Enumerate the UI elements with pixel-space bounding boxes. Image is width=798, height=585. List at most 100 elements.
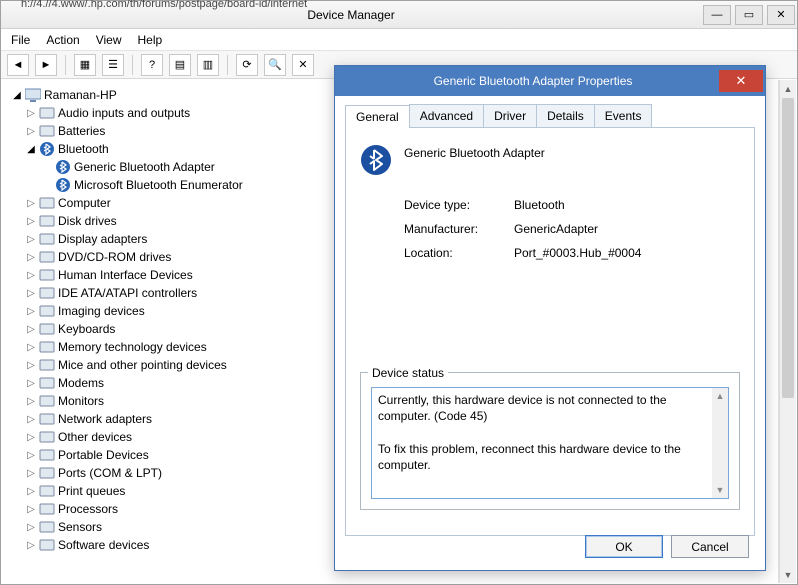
tab-events[interactable]: Events: [594, 104, 653, 127]
tree-item-label: IDE ATA/ATAPI controllers: [58, 286, 197, 300]
device-status-legend: Device status: [368, 366, 448, 380]
tree-item-label: Computer: [58, 196, 111, 210]
display-icon: [38, 231, 56, 247]
tree-item-label: Ports (COM & LPT): [58, 466, 162, 480]
port-icon: [38, 465, 56, 481]
tree-item-label: Batteries: [58, 124, 105, 138]
other-icon: [38, 429, 56, 445]
status-line-1: Currently, this hardware device is not c…: [378, 393, 667, 423]
ide-icon: [38, 285, 56, 301]
tree-item-label: Mice and other pointing devices: [58, 358, 227, 372]
dialog-body: General Advanced Driver Details Events G…: [335, 96, 765, 544]
menubar: File Action View Help: [1, 29, 797, 51]
tab-general[interactable]: General: [345, 105, 410, 128]
location-label: Location:: [404, 246, 514, 260]
vertical-scrollbar[interactable]: ▲ ▼: [779, 80, 796, 583]
properties-icon[interactable]: ☰: [102, 54, 124, 76]
help-icon[interactable]: ?: [141, 54, 163, 76]
sensor-icon: [38, 519, 56, 535]
delete-icon[interactable]: ✕: [292, 54, 314, 76]
tree-item-label: Network adapters: [58, 412, 152, 426]
minimize-button[interactable]: —: [703, 5, 731, 25]
forward-icon[interactable]: ►: [35, 54, 57, 76]
tree-item-label: Print queues: [58, 484, 125, 498]
tree-item-label: Monitors: [58, 394, 104, 408]
menu-action[interactable]: Action: [46, 33, 79, 47]
dialog-tabs: General Advanced Driver Details Events: [345, 104, 755, 128]
scroll-up-icon[interactable]: ▲: [712, 388, 728, 404]
scroll-up-icon[interactable]: ▲: [780, 80, 796, 97]
disk-icon: [38, 213, 56, 229]
audio-icon: [38, 105, 56, 121]
toolbar-icon-5[interactable]: ▤: [169, 54, 191, 76]
tree-item-label: Memory technology devices: [58, 340, 207, 354]
modem-icon: [38, 375, 56, 391]
scroll-down-icon[interactable]: ▼: [712, 482, 728, 498]
device-status-text[interactable]: Currently, this hardware device is not c…: [371, 387, 729, 499]
status-scrollbar[interactable]: ▲ ▼: [712, 388, 728, 498]
tree-item-label: Keyboards: [58, 322, 115, 336]
device-status-box: Currently, this hardware device is not c…: [360, 372, 740, 510]
manufacturer-label: Manufacturer:: [404, 222, 514, 236]
tree-item-label: Modems: [58, 376, 104, 390]
dialog-close-button[interactable]: ✕: [719, 70, 763, 92]
tree-item-label: Display adapters: [58, 232, 147, 246]
tab-driver[interactable]: Driver: [483, 104, 537, 127]
tree-item-label: Bluetooth: [58, 142, 109, 156]
tree-item-label: Sensors: [58, 520, 102, 534]
tree-item-label: Other devices: [58, 430, 132, 444]
refresh-icon[interactable]: ⟳: [236, 54, 258, 76]
device-properties: Device type:Bluetooth Manufacturer:Gener…: [404, 198, 740, 260]
menu-help[interactable]: Help: [138, 33, 163, 47]
tab-advanced[interactable]: Advanced: [409, 104, 484, 127]
ok-button[interactable]: OK: [585, 535, 663, 558]
mouse-icon: [38, 357, 56, 373]
scan-icon[interactable]: 🔍: [264, 54, 286, 76]
tree-item-label: Portable Devices: [58, 448, 149, 462]
manufacturer-value: GenericAdapter: [514, 222, 598, 236]
dialog-titlebar[interactable]: Generic Bluetooth Adapter Properties ✕: [335, 66, 765, 96]
scroll-down-icon[interactable]: ▼: [780, 566, 796, 583]
dialog-title: Generic Bluetooth Adapter Properties: [347, 74, 719, 88]
tab-pane-general: Generic Bluetooth Adapter Device type:Bl…: [345, 128, 755, 536]
window-controls: — ▭ ✕: [701, 3, 797, 27]
tree-item-label: Microsoft Bluetooth Enumerator: [74, 178, 243, 192]
menu-view[interactable]: View: [96, 33, 122, 47]
back-icon[interactable]: ◄: [7, 54, 29, 76]
device-type-label: Device type:: [404, 198, 514, 212]
separator: [65, 55, 66, 75]
tree-item-label: Processors: [58, 502, 118, 516]
device-type-value: Bluetooth: [514, 198, 565, 212]
device-header: Generic Bluetooth Adapter: [360, 144, 740, 176]
properties-dialog: Generic Bluetooth Adapter Properties ✕ G…: [334, 65, 766, 571]
cancel-button[interactable]: Cancel: [671, 535, 749, 558]
dialog-buttons: OK Cancel: [585, 535, 749, 558]
computer-icon: [24, 87, 42, 103]
tree-item-label: Disk drives: [58, 214, 117, 228]
camera-icon: [38, 303, 56, 319]
tab-details[interactable]: Details: [536, 104, 595, 127]
memory-icon: [38, 339, 56, 355]
separator: [227, 55, 228, 75]
bluetooth-icon: [54, 159, 72, 175]
separator: [132, 55, 133, 75]
cd-icon: [38, 249, 56, 265]
device-name: Generic Bluetooth Adapter: [404, 144, 545, 160]
url-fragment: h://4.//4.www/.hp.com/th/forums/postpage…: [21, 0, 307, 10]
scroll-thumb[interactable]: [782, 98, 794, 398]
toolbar-icon-6[interactable]: ▥: [197, 54, 219, 76]
monitor-icon: [38, 393, 56, 409]
tree-root-label: Ramanan-HP: [44, 88, 117, 102]
menu-file[interactable]: File: [11, 33, 30, 47]
tree-item-label: Generic Bluetooth Adapter: [74, 160, 215, 174]
show-icon[interactable]: ▦: [74, 54, 96, 76]
location-value: Port_#0003.Hub_#0004: [514, 246, 641, 260]
hid-icon: [38, 267, 56, 283]
computer-icon: [38, 195, 56, 211]
printer-icon: [38, 483, 56, 499]
bluetooth-icon: [38, 141, 56, 157]
tree-item-label: Software devices: [58, 538, 149, 552]
close-button[interactable]: ✕: [767, 5, 795, 25]
tree-item-label: Audio inputs and outputs: [58, 106, 190, 120]
maximize-button[interactable]: ▭: [735, 5, 763, 25]
